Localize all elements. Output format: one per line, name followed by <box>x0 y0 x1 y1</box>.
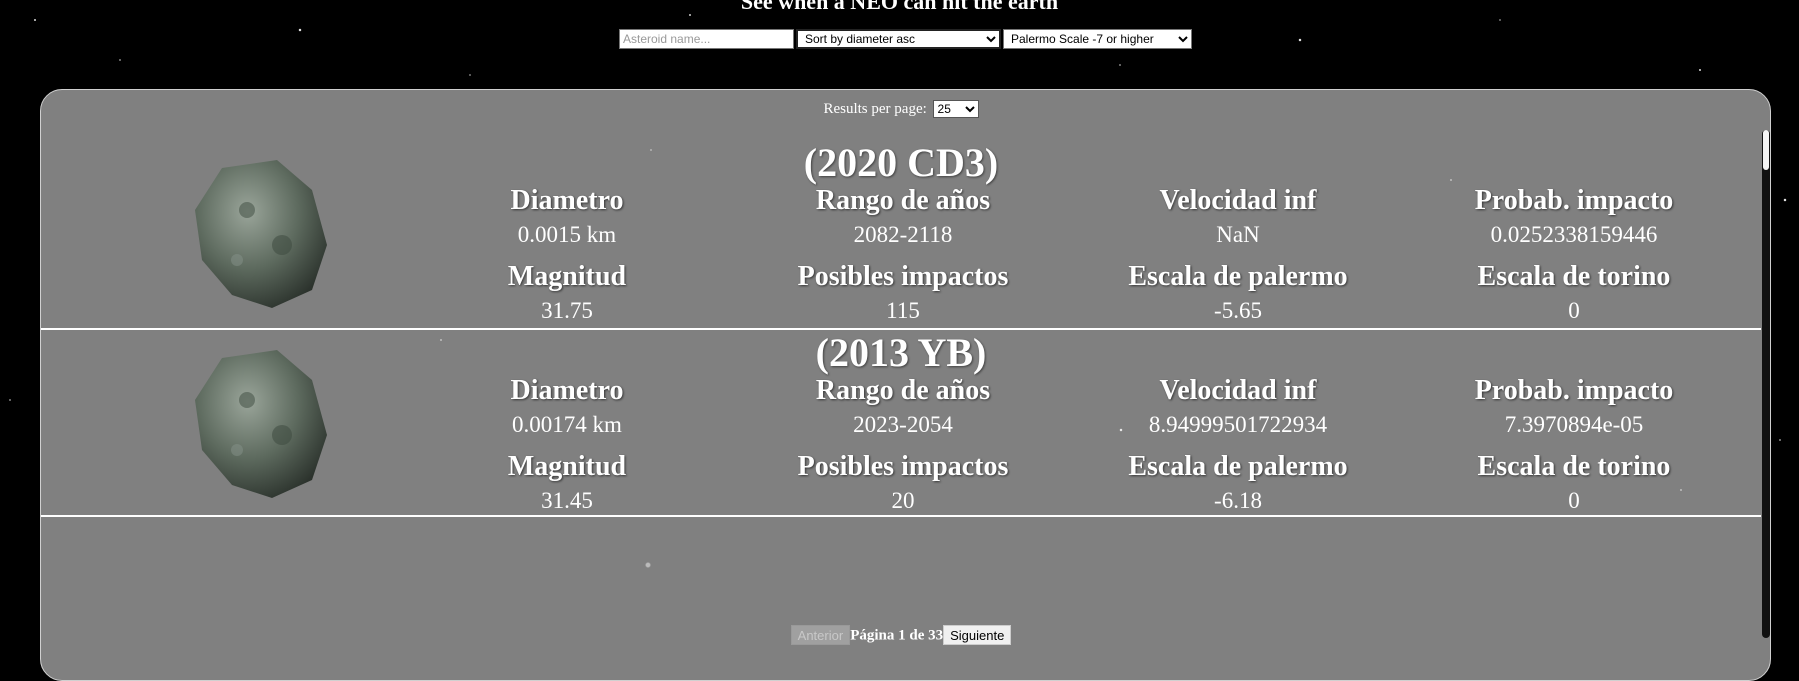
stat-value: -5.65 <box>1214 298 1262 323</box>
stat-value: 31.75 <box>541 298 593 323</box>
stat-value: 20 <box>891 488 915 513</box>
neo-name: (2020 CD3) <box>803 140 999 185</box>
stat-torino-scale: Escala de torino 0 <box>1404 260 1744 328</box>
stat-palermo-scale: Escala de palermo -5.65 <box>1068 260 1408 328</box>
stat-label: Velocidad inf <box>1159 185 1317 216</box>
next-page-button[interactable]: Siguiente <box>943 625 1012 645</box>
stat-label: Escala de torino <box>1477 451 1671 482</box>
asteroid-name-input[interactable] <box>619 29 794 49</box>
stat-value: 0 <box>1568 488 1580 513</box>
stat-value: 0 <box>1568 298 1580 323</box>
stat-velocity: Velocidad inf 8.94999501722934 <box>1068 374 1408 442</box>
stat-label: Escala de palermo <box>1128 261 1348 292</box>
stat-label: Rango de años <box>815 375 991 406</box>
stat-magnitude: Magnitud 31.75 <box>397 260 737 328</box>
stat-diameter: Diametro 0.0015 km <box>397 184 737 252</box>
stat-value: 0.0252338159446 <box>1490 222 1658 247</box>
stat-impact-probability: Probab. impacto 7.3970894e-05 <box>1404 374 1744 442</box>
stat-years: Rango de años 2023-2054 <box>733 374 1073 442</box>
stat-value: NaN <box>1216 222 1260 247</box>
neo-card: (2020 CD3) Diametro 0.0015 km Rango de a… <box>41 140 1761 330</box>
stat-velocity: Velocidad inf NaN <box>1068 184 1408 252</box>
results-per-page-select[interactable]: 25 <box>932 100 979 118</box>
page-title: See when a NEO can hit the earth <box>740 0 1059 14</box>
palermo-scale-select[interactable]: Palermo Scale -7 or higher <box>1003 29 1192 49</box>
stat-value: 2082-2118 <box>853 222 953 247</box>
stat-magnitude: Magnitud 31.45 <box>397 450 737 518</box>
stat-value: 2023-2054 <box>853 412 953 437</box>
stat-label: Diametro <box>510 185 624 216</box>
stat-value: 7.3970894e-05 <box>1504 412 1644 437</box>
stat-value: 8.94999501722934 <box>1148 412 1328 437</box>
stat-label: Posibles impactos <box>797 451 1009 482</box>
neo-card: (2013 YB) Diametro 0.00174 km Rango de a… <box>41 330 1761 517</box>
results-per-page: Results per page: 25 <box>41 100 1761 118</box>
stat-label: Escala de torino <box>1477 261 1671 292</box>
stat-label: Velocidad inf <box>1159 375 1317 406</box>
stat-possible-impacts: Posibles impactos 115 <box>733 260 1073 328</box>
stat-label: Magnitud <box>507 261 627 292</box>
stat-value: 115 <box>886 298 920 323</box>
sort-select[interactable]: Sort by diameter asc <box>796 29 1001 49</box>
stat-label: Probab. impacto <box>1474 375 1674 406</box>
stat-value: 0.00174 km <box>512 412 622 437</box>
stat-label: Diametro <box>510 375 624 406</box>
stat-value: 31.45 <box>541 488 593 513</box>
stat-diameter: Diametro 0.00174 km <box>397 374 737 442</box>
stat-palermo-scale: Escala de palermo -6.18 <box>1068 450 1408 518</box>
neo-list: (2020 CD3) Diametro 0.0015 km Rango de a… <box>41 140 1761 566</box>
stat-possible-impacts: Posibles impactos 20 <box>733 450 1073 518</box>
stat-label: Escala de palermo <box>1128 451 1348 482</box>
results-per-page-label: Results per page: <box>823 101 927 117</box>
stat-label: Posibles impactos <box>797 261 1009 292</box>
scrollbar-thumb[interactable] <box>1763 130 1769 170</box>
stat-years: Rango de años 2082-2118 <box>733 184 1073 252</box>
previous-page-button[interactable]: Anterior <box>790 625 851 645</box>
filter-bar: Sort by diameter asc Palermo Scale -7 or… <box>619 29 1192 49</box>
neo-name: (2013 YB) <box>815 330 987 375</box>
pagination: Anterior Página 1 de 33 Siguiente <box>41 625 1761 645</box>
stat-value: -6.18 <box>1214 488 1262 513</box>
page-info: Página 1 de 33 <box>850 627 944 644</box>
stat-torino-scale: Escala de torino 0 <box>1404 450 1744 518</box>
stat-value: 0.0015 km <box>517 222 617 247</box>
results-panel: Results per page: 25 (2020 CD3) Diametro… <box>40 89 1771 681</box>
stat-label: Rango de años <box>815 185 991 216</box>
stat-impact-probability: Probab. impacto 0.0252338159446 <box>1404 184 1744 252</box>
stat-label: Magnitud <box>507 451 627 482</box>
stat-label: Probab. impacto <box>1474 185 1674 216</box>
scrollbar[interactable] <box>1762 130 1770 638</box>
